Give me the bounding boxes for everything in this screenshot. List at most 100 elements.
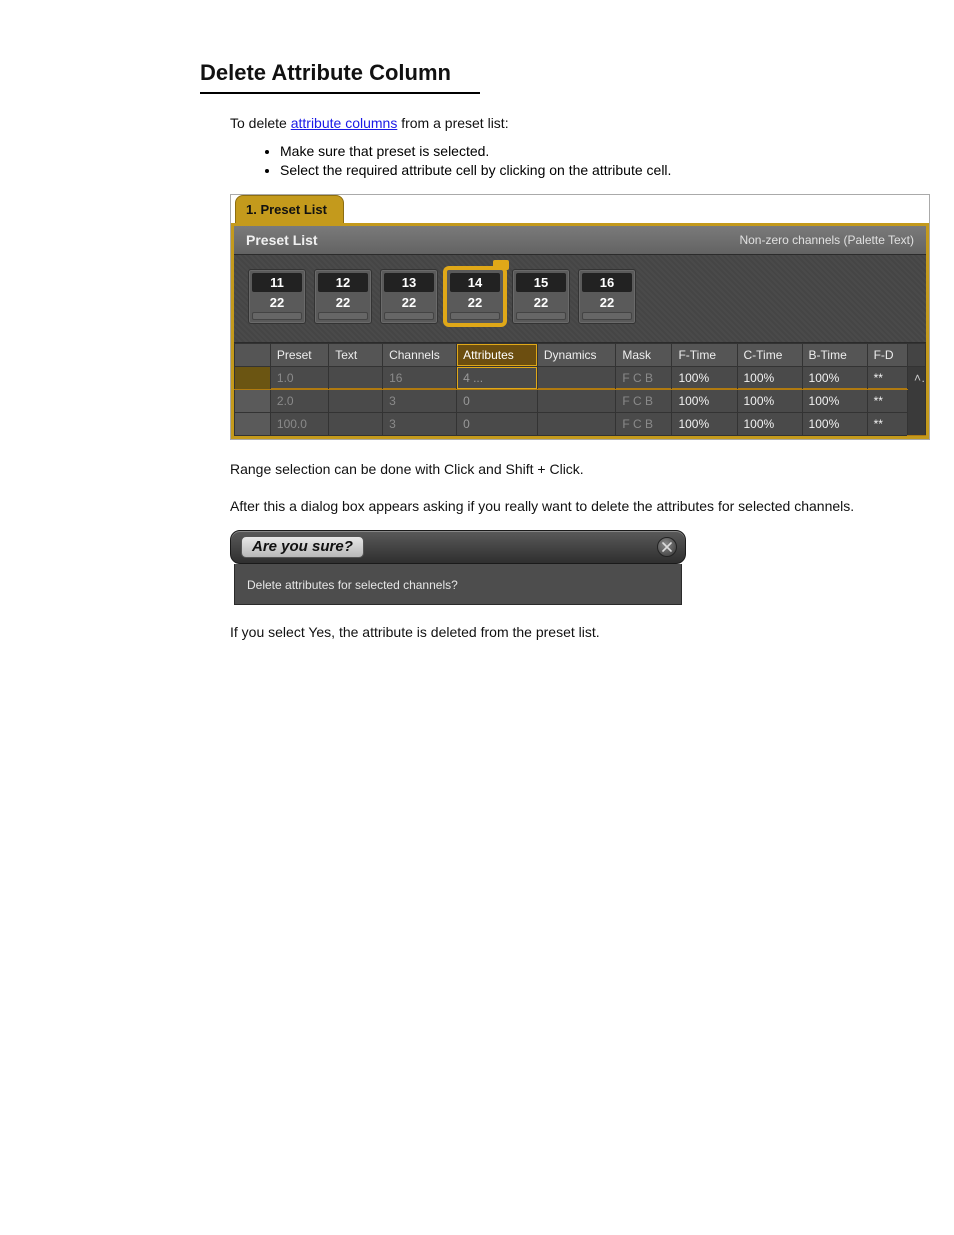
chip-bottom-value: 22 [579,292,635,311]
section-title: Delete Attribute Column [160,60,914,86]
cell-dynamics[interactable] [537,389,616,412]
grid-header-cell[interactable]: Attributes [457,343,538,366]
cell-attributes[interactable]: 4 ... [457,366,538,389]
chip-top-value: 15 [516,273,566,292]
cell-mask[interactable]: F C B [616,389,672,412]
chip-footer [582,312,632,320]
row-handle[interactable] [235,412,271,435]
preset-titlebar: Preset List Non-zero channels (Palette T… [234,226,926,255]
grid-header-cell[interactable]: Text [329,343,383,366]
row-handle[interactable] [235,366,271,389]
table-row[interactable]: 100.030F C B100%100%100%** [235,412,926,435]
grid-header-cell[interactable]: B-Time [802,343,867,366]
dialog-title: Are you sure? [241,536,364,558]
chip-top-value: 14 [450,273,500,292]
chip-bottom-value: 22 [315,292,371,311]
cell-btime[interactable]: 100% [802,366,867,389]
range-select-note: Range selection can be done with Click a… [230,460,914,479]
chip-footer [252,312,302,320]
cell-attributes[interactable]: 0 [457,389,538,412]
cell-fd[interactable]: ** [867,389,907,412]
cell-dynamics[interactable] [537,412,616,435]
cell-preset[interactable]: 1.0 [270,366,328,389]
scrollbar[interactable]: ˄ [907,366,925,435]
cell-channels[interactable]: 3 [383,412,457,435]
dialog-titlebar: Are you sure? [230,530,686,564]
channel-chip[interactable]: 1422 [446,269,504,324]
grid-header-blank [235,343,271,366]
cell-fd[interactable]: ** [867,366,907,389]
chip-top-value: 13 [384,273,434,292]
channel-chip[interactable]: 1122 [248,269,306,324]
cell-ftime[interactable]: 100% [672,389,737,412]
intro-para: To delete attribute columns from a prese… [230,114,914,133]
channel-chip[interactable]: 1222 [314,269,372,324]
tab-preset-list[interactable]: 1. Preset List [235,195,344,223]
chip-footer [318,312,368,320]
table-row[interactable]: 1.0164 ...F C B100%100%100%**˄ [235,366,926,389]
intro-suffix: from a preset list: [397,115,508,131]
chip-bottom-value: 22 [447,292,503,311]
cell-attributes[interactable]: 0 [457,412,538,435]
cell-btime[interactable]: 100% [802,389,867,412]
cell-ftime[interactable]: 100% [672,412,737,435]
chip-top-value: 16 [582,273,632,292]
grid-header-cell[interactable]: F-D [867,343,907,366]
cell-mask[interactable]: F C B [616,412,672,435]
cell-ctime[interactable]: 100% [737,366,802,389]
grid-scroll-header [907,343,925,366]
preset-title-right: Non-zero channels (Palette Text) [739,233,914,247]
chip-footer [516,312,566,320]
channel-chip[interactable]: 1622 [578,269,636,324]
cell-preset[interactable]: 2.0 [270,389,328,412]
chip-bottom-value: 22 [513,292,569,311]
cell-preset[interactable]: 100.0 [270,412,328,435]
cell-ftime[interactable]: 100% [672,366,737,389]
selection-marker-icon [493,260,509,270]
chip-bottom-value: 22 [249,292,305,311]
cell-channels[interactable]: 3 [383,389,457,412]
attribute-columns-link[interactable]: attribute columns [291,115,398,131]
grid-header-cell[interactable]: Mask [616,343,672,366]
cell-mask[interactable]: F C B [616,366,672,389]
close-icon[interactable] [657,537,677,557]
preset-grid: PresetTextChannelsAttributesDynamicsMask… [234,343,926,436]
chevron-up-icon: ˄ [914,371,926,385]
preset-list-figure: 1. Preset List Preset List Non-zero chan… [230,194,930,440]
grid-header-cell[interactable]: F-Time [672,343,737,366]
step-1: Make sure that preset is selected. [280,143,914,159]
chip-top-value: 11 [252,273,302,292]
grid-header-row: PresetTextChannelsAttributesDynamicsMask… [235,343,926,366]
dialog-body-text: Delete attributes for selected channels? [234,564,682,605]
cell-channels[interactable]: 16 [383,366,457,389]
chip-top-value: 12 [318,273,368,292]
channel-chips-row: 112212221322142215221622 [234,255,926,342]
intro-prefix: To delete [230,115,291,131]
table-row[interactable]: 2.030F C B100%100%100%** [235,389,926,412]
result-note: If you select Yes, the attribute is dele… [230,623,914,642]
grid-header-cell[interactable]: Dynamics [537,343,616,366]
cell-text[interactable] [329,412,383,435]
dialog-note: After this a dialog box appears asking i… [230,497,914,516]
cell-dynamics[interactable] [537,366,616,389]
channel-chip[interactable]: 1322 [380,269,438,324]
cell-ctime[interactable]: 100% [737,389,802,412]
step-2: Select the required attribute cell by cl… [280,162,914,178]
grid-header-cell[interactable]: Channels [383,343,457,366]
channel-chip[interactable]: 1522 [512,269,570,324]
chip-footer [450,312,500,320]
cell-fd[interactable]: ** [867,412,907,435]
chip-bottom-value: 22 [381,292,437,311]
chip-footer [384,312,434,320]
cell-text[interactable] [329,366,383,389]
confirm-dialog-figure: Are you sure? Delete attributes for sele… [230,530,686,605]
title-underline [200,92,480,94]
row-handle[interactable] [235,389,271,412]
steps-list: Make sure that preset is selected. Selec… [280,143,914,178]
cell-ctime[interactable]: 100% [737,412,802,435]
grid-header-cell[interactable]: Preset [270,343,328,366]
cell-text[interactable] [329,389,383,412]
grid-header-cell[interactable]: C-Time [737,343,802,366]
preset-title-left: Preset List [246,232,318,248]
cell-btime[interactable]: 100% [802,412,867,435]
